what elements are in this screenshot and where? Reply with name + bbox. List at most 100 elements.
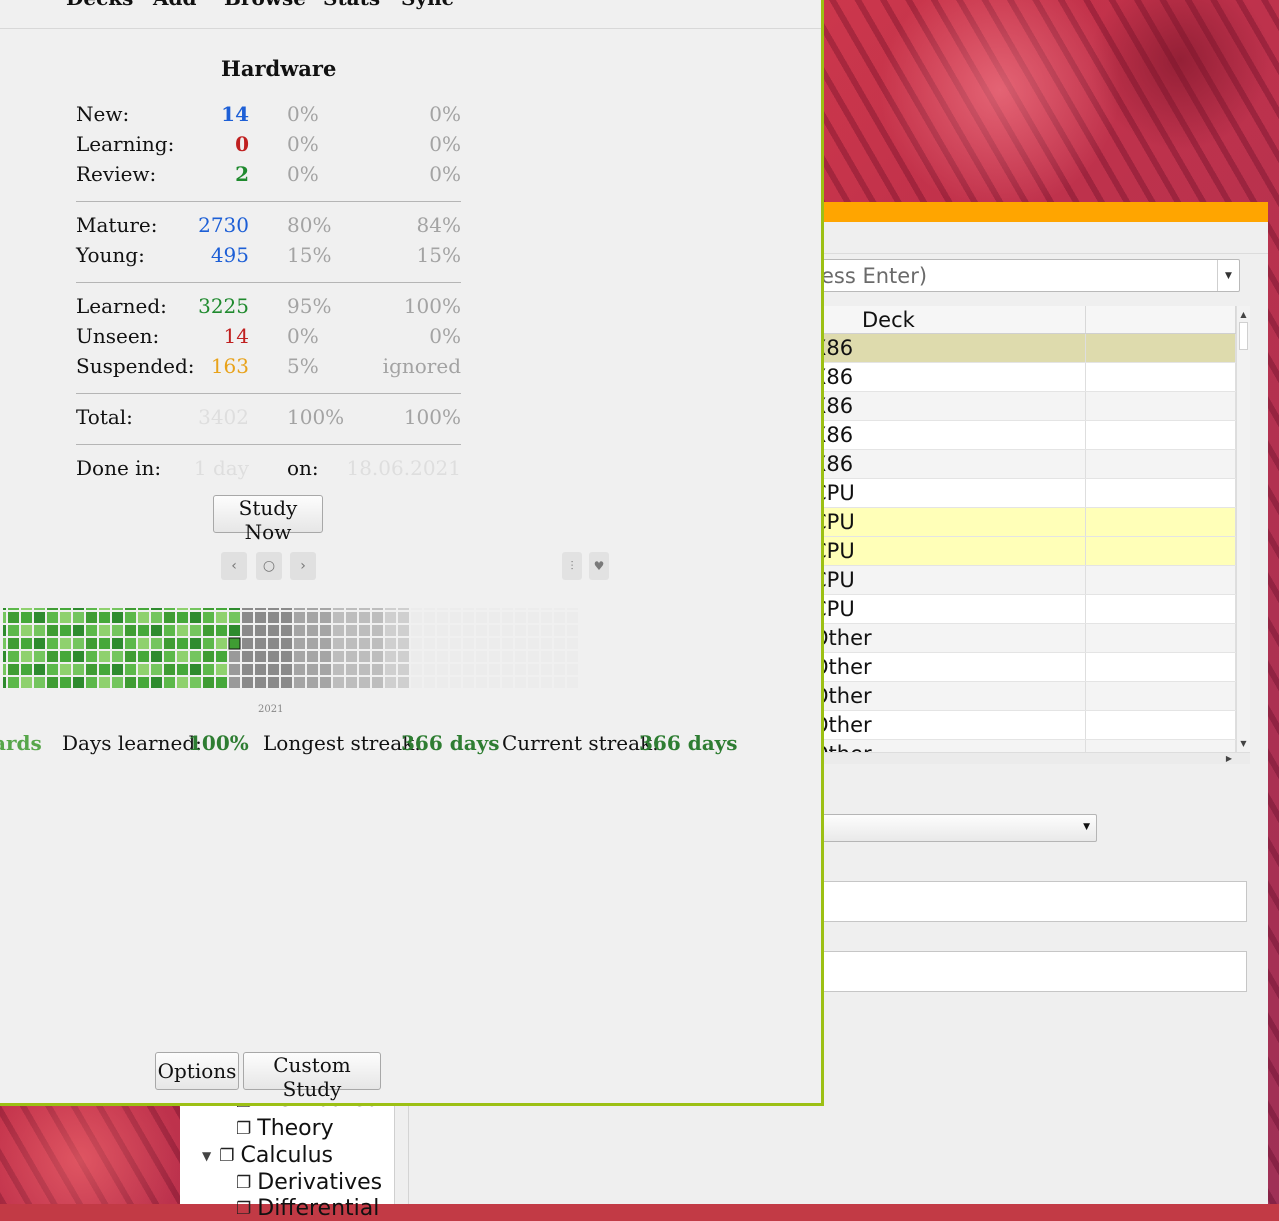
heatmap-day-cell[interactable]	[372, 608, 383, 610]
heatmap-day-cell[interactable]	[489, 608, 500, 610]
heatmap-day-cell[interactable]	[515, 651, 526, 662]
heatmap-day-cell[interactable]	[567, 625, 578, 636]
heatmap-day-cell[interactable]	[190, 677, 201, 688]
heatmap-day-cell[interactable]	[450, 664, 461, 675]
table-horizontal-scrollbar[interactable]: ▶	[820, 752, 1250, 764]
menu-decks[interactable]: Decks	[66, 0, 133, 14]
heatmap-day-cell[interactable]	[346, 608, 357, 610]
heatmap-day-cell[interactable]	[190, 625, 201, 636]
editor-field-back[interactable]	[820, 951, 1247, 992]
heatmap-day-cell[interactable]	[333, 625, 344, 636]
heatmap-day-cell[interactable]	[268, 638, 279, 649]
heatmap-today-button[interactable]: ○	[256, 552, 282, 580]
heatmap-day-cell[interactable]	[86, 612, 97, 623]
heatmap-day-cell[interactable]	[138, 677, 149, 688]
heatmap-day-cell[interactable]	[554, 638, 565, 649]
heatmap-day-cell[interactable]	[463, 651, 474, 662]
heatmap-day-cell[interactable]	[151, 625, 162, 636]
heatmap-day-cell[interactable]	[229, 664, 240, 675]
heatmap-day-cell[interactable]	[268, 677, 279, 688]
heatmap-day-cell[interactable]	[177, 664, 188, 675]
heatmap-day-cell[interactable]	[112, 677, 123, 688]
study-now-button[interactable]: Study Now	[213, 495, 323, 544]
heatmap-prev-button[interactable]: ‹	[221, 552, 247, 580]
heatmap-day-cell[interactable]	[3, 608, 6, 610]
heatmap-day-cell[interactable]	[411, 608, 422, 610]
heatmap-day-cell[interactable]	[424, 625, 435, 636]
heatmap-day-cell[interactable]	[21, 664, 32, 675]
tree-item-calculus[interactable]: ▼ ❐ Calculus	[202, 1143, 333, 1168]
heatmap-day-cell[interactable]	[320, 608, 331, 610]
scrollbar-thumb[interactable]	[1239, 322, 1248, 350]
heatmap-day-cell[interactable]	[268, 664, 279, 675]
heatmap-day-cell[interactable]	[138, 651, 149, 662]
heatmap-day-cell[interactable]	[476, 608, 487, 610]
heatmap-day-cell[interactable]	[125, 608, 136, 610]
table-vertical-scrollbar[interactable]: ▲ ▼	[1236, 306, 1250, 752]
heatmap-day-cell[interactable]	[73, 664, 84, 675]
heatmap-day-cell[interactable]	[216, 664, 227, 675]
heatmap-day-cell[interactable]	[463, 625, 474, 636]
chevron-down-icon[interactable]: ▼	[1217, 260, 1239, 291]
heatmap-day-cell[interactable]	[489, 625, 500, 636]
heatmap-day-cell[interactable]	[541, 608, 552, 610]
heatmap-day-cell[interactable]	[125, 651, 136, 662]
heatmap-day-cell[interactable]	[21, 612, 32, 623]
heatmap-day-cell[interactable]	[515, 608, 526, 610]
heatmap-day-cell[interactable]	[450, 651, 461, 662]
heatmap-day-cell[interactable]	[8, 677, 19, 688]
heatmap-day-cell[interactable]	[177, 608, 188, 610]
heatmap-day-cell[interactable]	[242, 625, 253, 636]
heatmap-day-cell[interactable]	[242, 608, 253, 610]
heatmap-day-cell[interactable]	[541, 664, 552, 675]
heatmap-day-cell[interactable]	[437, 625, 448, 636]
heatmap-day-cell[interactable]	[307, 664, 318, 675]
heatmap-day-cell[interactable]	[60, 651, 71, 662]
heatmap-day-cell[interactable]	[34, 664, 45, 675]
heatmap-day-cell[interactable]	[216, 651, 227, 662]
heatmap-day-cell[interactable]	[528, 651, 539, 662]
heatmap-day-cell[interactable]	[359, 625, 370, 636]
heatmap-day-cell[interactable]	[177, 625, 188, 636]
expand-arrow-icon[interactable]: ▼	[202, 1149, 211, 1163]
heatmap-day-cell[interactable]	[554, 608, 565, 610]
heatmap-day-cell[interactable]	[502, 651, 513, 662]
heatmap-day-cell[interactable]	[437, 638, 448, 649]
heatmap-day-cell[interactable]	[385, 638, 396, 649]
heatmap-day-cell[interactable]	[333, 651, 344, 662]
heatmap-day-cell[interactable]	[8, 664, 19, 675]
heatmap-day-cell[interactable]	[255, 638, 266, 649]
heatmap-day-cell[interactable]	[86, 651, 97, 662]
heatmap-day-cell[interactable]	[307, 612, 318, 623]
heatmap-day-cell[interactable]	[450, 625, 461, 636]
menu-stats[interactable]: Stats	[323, 0, 380, 14]
table-row[interactable]: Other	[820, 711, 1236, 740]
heatmap-day-cell[interactable]	[515, 625, 526, 636]
heatmap-day-cell[interactable]	[320, 638, 331, 649]
heatmap-day-cell[interactable]	[60, 664, 71, 675]
heatmap-day-cell[interactable]	[528, 664, 539, 675]
search-input[interactable]	[811, 260, 1217, 291]
heatmap-day-cell[interactable]	[47, 608, 58, 610]
heatmap-day-cell[interactable]	[73, 608, 84, 610]
heatmap-day-cell[interactable]	[229, 608, 240, 610]
heatmap-day-cell[interactable]	[411, 664, 422, 675]
heatmap-day-cell[interactable]	[151, 651, 162, 662]
heatmap-day-cell[interactable]	[86, 608, 97, 610]
heatmap-day-cell[interactable]	[489, 664, 500, 675]
heatmap-day-cell[interactable]	[3, 638, 6, 649]
heatmap-day-cell[interactable]	[125, 625, 136, 636]
tree-item-theory[interactable]: ❐ Theory	[236, 1116, 334, 1141]
heatmap-day-cell[interactable]	[60, 677, 71, 688]
heatmap-day-cell[interactable]	[463, 638, 474, 649]
heatmap-day-cell[interactable]	[307, 608, 318, 610]
heatmap-day-cell[interactable]	[567, 612, 578, 623]
heatmap-day-cell[interactable]	[437, 612, 448, 623]
heatmap-day-cell[interactable]	[398, 625, 409, 636]
heatmap-day-cell[interactable]	[60, 638, 71, 649]
heatmap-day-cell[interactable]	[372, 664, 383, 675]
heatmap-day-cell[interactable]	[242, 612, 253, 623]
heatmap-day-cell[interactable]	[242, 664, 253, 675]
heatmap-day-cell[interactable]	[333, 664, 344, 675]
heatmap-day-cell[interactable]	[73, 612, 84, 623]
